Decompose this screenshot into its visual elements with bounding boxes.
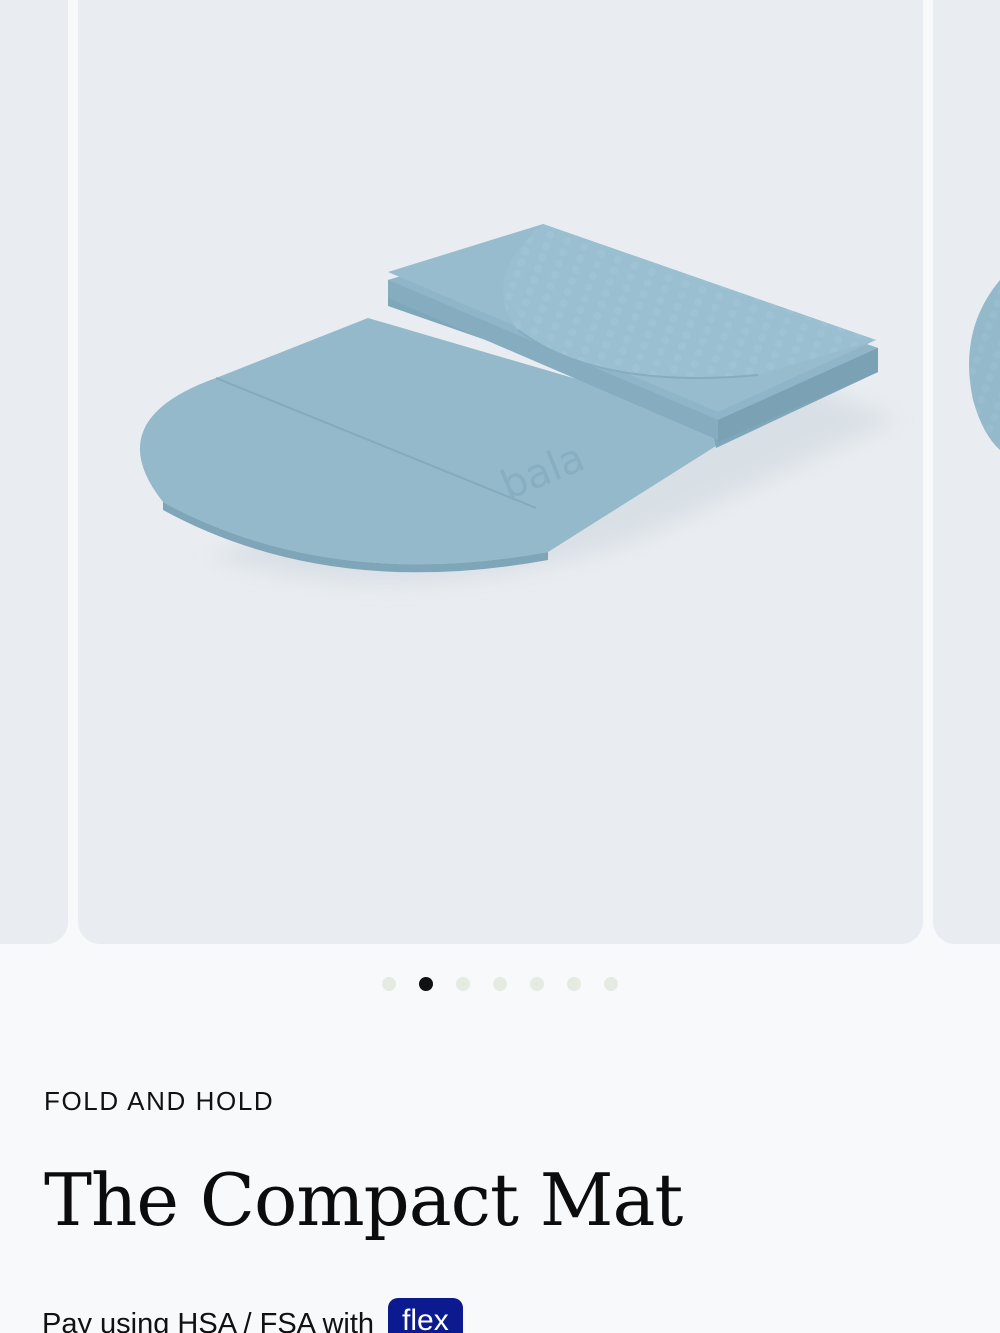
hsa-fsa-payment-row: Pay using HSA / FSA with flex bbox=[42, 1298, 463, 1333]
carousel-dot-3[interactable] bbox=[456, 977, 470, 991]
carousel-dot-4[interactable] bbox=[493, 977, 507, 991]
carousel-dot-2-active[interactable] bbox=[419, 977, 433, 991]
payment-info-text: Pay using HSA / FSA with bbox=[42, 1308, 375, 1333]
flex-payment-badge[interactable]: flex bbox=[388, 1298, 463, 1333]
product-page: bala FOLD AND HOLD The Compact Mat Pay u… bbox=[0, 0, 1000, 1333]
carousel-dot-6[interactable] bbox=[567, 977, 581, 991]
product-title: The Compact Mat bbox=[44, 1158, 683, 1242]
next-mat-image bbox=[969, 280, 1000, 450]
carousel-dot-5[interactable] bbox=[530, 977, 544, 991]
folded-mat-image: bala bbox=[139, 224, 898, 585]
product-image-carousel[interactable]: bala bbox=[0, 0, 1000, 944]
carousel-slide-next[interactable] bbox=[933, 0, 1000, 944]
carousel-slide-previous[interactable] bbox=[0, 0, 68, 944]
carousel-pagination bbox=[0, 977, 1000, 991]
product-eyebrow: FOLD AND HOLD bbox=[44, 1086, 275, 1116]
carousel-dot-1[interactable] bbox=[382, 977, 396, 991]
carousel-dot-7[interactable] bbox=[604, 977, 618, 991]
carousel-slide-current[interactable]: bala bbox=[78, 0, 923, 944]
